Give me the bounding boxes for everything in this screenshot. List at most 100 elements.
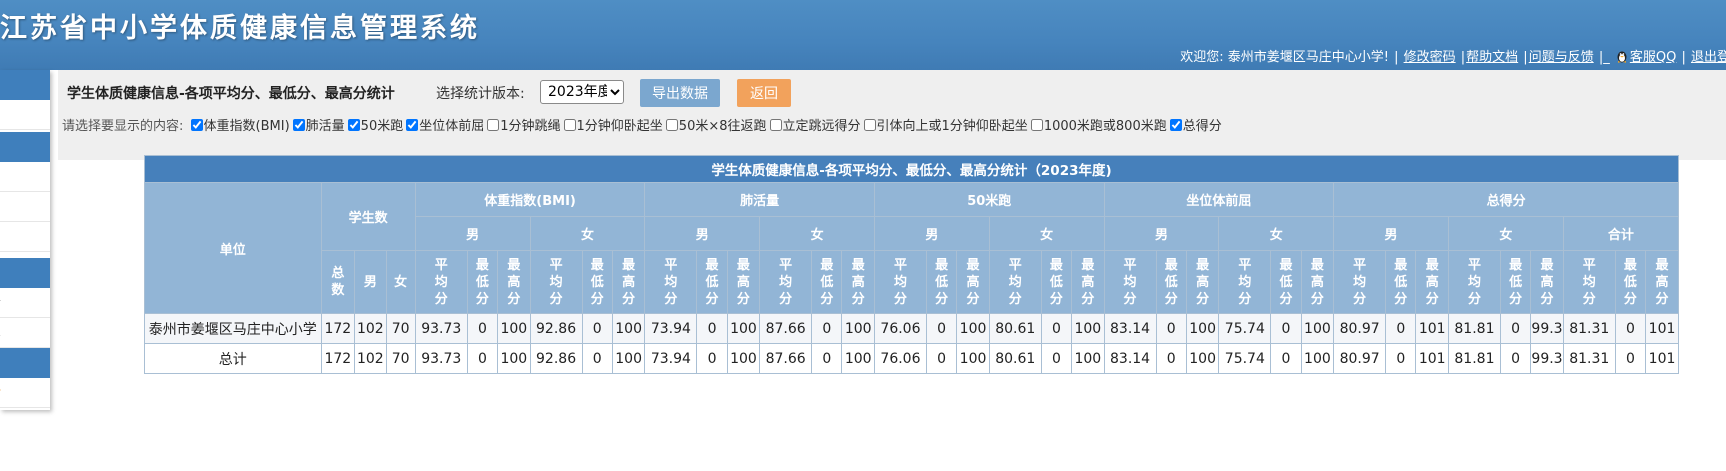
back-button[interactable]: 返回 [737,79,791,107]
option-label: 1分钟跳绳 [500,119,561,134]
option-checkbox[interactable] [1169,119,1182,131]
option-checkbox-item[interactable]: 总得分 [1169,115,1222,134]
main-toolbar: 学生体质健康信息-各项平均分、最低分、最高分统计 选择统计版本: 2023年度 … [58,70,1726,160]
sidebar-item[interactable] [0,192,50,222]
stat-subheader: 平均分 [1218,250,1272,314]
option-checkbox[interactable] [1030,119,1043,131]
count-subheader: 总数 [320,250,356,314]
top-links: 欢迎您: 泰州市姜堰区马庄中心小学! | 修改密码 |帮助文档 |问题与反馈 |… [1180,46,1726,65]
sidebar-section-header[interactable] [0,348,50,378]
feedback-link[interactable]: 问题与反馈 [1529,50,1594,65]
stat-subheader: 最低分 [1499,250,1532,314]
option-checkbox[interactable] [347,119,360,131]
option-checkbox-item[interactable]: 1000米跑或800米跑 [1030,115,1167,134]
stat-subheader-label: 最高分 [736,257,750,307]
value-cell: 0 [581,313,613,344]
export-data-button[interactable]: 导出数据 [640,79,720,107]
group-header: 总得分 [1333,182,1679,217]
group-header: 体重指数(BMI) [414,182,646,217]
gender-header: 女 [529,216,646,251]
option-label: 50米×8往返跑 [678,119,767,134]
sidebar-item[interactable]: 告 [0,288,50,318]
option-checkbox-item[interactable]: 50米跑 [347,115,403,134]
sidebar-section-header[interactable] [0,70,50,100]
stat-subheader-label: 最低分 [1394,257,1408,307]
option-checkbox-item[interactable]: 体重指数(BMI) [190,115,290,134]
change-password-link[interactable]: 修改密码 [1404,50,1456,65]
value-cell: 0 [1614,313,1647,344]
stat-subheader: 最低分 [466,250,499,314]
sidebar-section-header[interactable] [0,258,50,288]
value-cell: 76.06 [873,343,927,374]
sidebar-item[interactable] [0,100,50,130]
option-checkbox[interactable] [190,119,203,131]
logout-link[interactable]: 退出登 [1691,50,1726,65]
help-docs-link[interactable]: 帮助文档 [1466,50,1518,65]
stat-subheader-label: 最低分 [1049,257,1063,307]
option-checkbox-item[interactable]: 1分钟仰卧起坐 [563,115,663,134]
value-cell: 0 [1385,313,1417,344]
option-label: 立定跳远得分 [782,119,861,134]
value-cell: 0 [581,343,613,374]
value-cell: 73.94 [644,313,698,344]
sidebar-item[interactable] [0,222,50,252]
option-checkbox-item[interactable]: 1分钟跳绳 [487,115,561,134]
option-checkbox-item[interactable]: 坐位体前屈 [406,115,484,134]
value-cell: 0 [925,313,958,344]
value-cell: 0 [1040,313,1073,344]
stat-subheader-label: 最高分 [851,257,865,307]
option-checkbox-item[interactable]: 立定跳远得分 [769,115,861,134]
value-cell: 100 [726,313,761,344]
stat-subheader-label: 最高分 [966,257,980,307]
option-checkbox[interactable] [406,119,419,131]
option-checkbox[interactable] [563,119,576,131]
display-options: 请选择要显示的内容: 体重指数(BMI) 肺活量 50米跑 坐位体前屈 1分钟跳绳 1分钟… [62,115,1722,134]
stat-subheader: 平均分 [1447,250,1501,314]
value-cell: 100 [956,343,990,374]
option-checkbox[interactable] [769,119,782,131]
unit-cell: 泰州市姜堰区马庄中心小学 [144,313,322,344]
stat-subheader: 平均分 [759,250,813,314]
option-checkbox[interactable] [863,119,876,131]
value-cell: 0 [1155,343,1187,374]
option-checkbox[interactable] [292,119,305,131]
group-header: 50米跑 [873,182,1105,217]
option-checkbox-item[interactable]: 肺活量 [292,115,345,134]
value-cell: 0 [1040,343,1073,374]
value-cell: 80.61 [988,313,1042,344]
value-cell: 100 [1071,313,1105,344]
value-cell: 0 [466,343,499,374]
value-cell: 0 [1499,343,1532,374]
gender-header: 合计 [1562,216,1680,251]
stat-subheader: 最高分 [497,250,531,314]
sidebar-item[interactable]: 息 [0,318,50,348]
sidebar-item-active[interactable]: 计 [0,378,50,408]
option-checkbox-item[interactable]: 引体向上或1分钟仰卧起坐 [863,115,1028,134]
value-cell: 70 [385,343,416,374]
stat-subheader: 最高分 [1645,250,1679,314]
stat-subheader: 平均分 [1333,250,1387,314]
value-cell: 83.14 [1103,313,1157,344]
option-checkbox[interactable] [487,119,500,131]
stat-subheader: 最高分 [1415,250,1449,314]
value-cell: 99.3 [1530,313,1564,344]
value-cell: 83.14 [1103,343,1157,374]
value-cell: 93.73 [414,313,468,344]
value-cell: 100 [497,313,531,344]
stats-table: 学生体质健康信息-各项平均分、最低分、最高分统计（2023年度) 单位 学生数 体重指… [144,155,1680,374]
stat-subheader-label: 最低分 [1623,257,1637,307]
page-title: 学生体质健康信息-各项平均分、最低分、最高分统计 [67,86,395,102]
value-cell: 92.86 [529,313,583,344]
value-cell: 100 [1071,343,1105,374]
options-label: 请选择要显示的内容: [62,119,184,134]
value-cell: 92.86 [529,343,583,374]
customer-service-qq-link[interactable]: 客服QQ [1630,50,1676,65]
option-checkbox[interactable] [665,119,678,131]
sidebar-item[interactable] [0,162,50,192]
option-label: 引体向上或1分钟仰卧起坐 [876,119,1028,134]
sidebar-section-header[interactable] [0,132,50,162]
option-checkbox-item[interactable]: 50米×8往返跑 [665,115,767,134]
version-select[interactable]: 2023年度 [540,80,624,104]
value-cell: 0 [1614,343,1647,374]
stat-subheader: 最低分 [1385,250,1417,314]
